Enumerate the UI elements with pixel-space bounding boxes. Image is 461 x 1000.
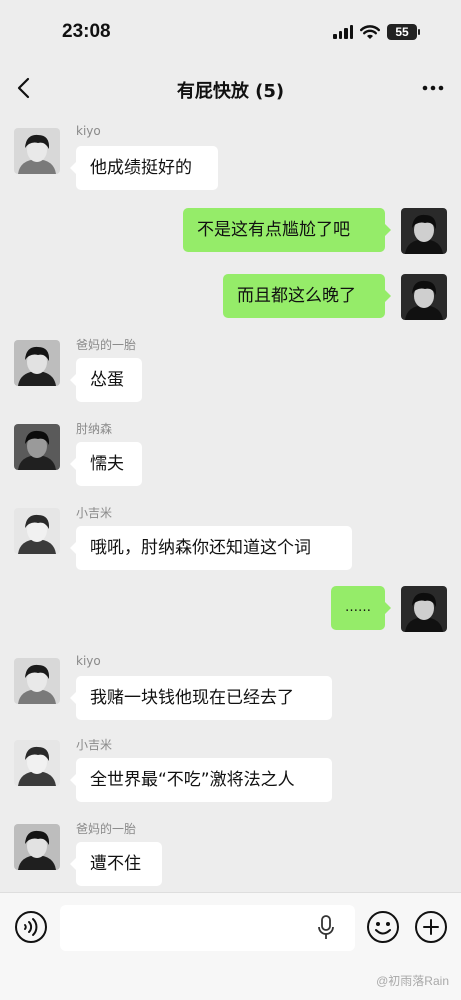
avatar-kiyo[interactable] [14, 128, 60, 174]
message-bubble[interactable]: 遭不住 [70, 842, 162, 886]
message-bubble[interactable]: 全世界最“不吃”激将法之人 [70, 758, 332, 802]
message-bubble[interactable]: 我赌一块钱他现在已经去了 [70, 676, 332, 720]
message-row: 而且都这么晚了 [0, 274, 461, 320]
avatar-self[interactable] [401, 274, 447, 320]
microphone-icon[interactable] [315, 914, 337, 942]
watermark: @初雨落Rain [376, 974, 449, 988]
message-bubble[interactable]: 怂蛋 [70, 358, 142, 402]
message-row: 爸妈的一胎 怂蛋 [0, 326, 461, 404]
nav-bar: 有屁快放 (5) [0, 62, 461, 114]
avatar-self[interactable] [401, 208, 447, 254]
message-bubble[interactable]: 不是这有点尴尬了吧 [183, 208, 391, 252]
avatar-zhounasen[interactable] [14, 424, 60, 470]
plus-icon[interactable] [414, 910, 448, 944]
sender-name: 肘纳森 [76, 422, 113, 436]
wifi-icon [360, 24, 380, 39]
status-icons: 55 [333, 24, 420, 40]
chat-history[interactable]: kiyo 他成绩挺好的 不是这有点尴尬了吧 而且都这么晚了 爸妈的一胎 怂蛋 肘纳森… [0, 114, 461, 892]
message-input[interactable] [60, 905, 355, 951]
status-bar: 23:08 55 [0, 0, 461, 62]
chat-title: 有屁快放 (5) [176, 81, 285, 102]
message-row: 小吉米哦吼，肘纳森你还知道这个词 [0, 494, 461, 572]
message-bubble[interactable]: 哦吼，肘纳森你还知道这个词 [70, 526, 352, 570]
message-row: 爸妈的一胎遭不住 [0, 810, 461, 888]
sender-name: kiyo [76, 124, 101, 138]
status-time: 23:08 [62, 21, 111, 42]
sender-name: kiyo [76, 654, 101, 668]
message-bubble[interactable]: …… [331, 586, 391, 630]
message-row: kiyo 我赌一块钱他现在已经去了 [0, 644, 461, 722]
sender-name: 爸妈的一胎 [76, 822, 137, 836]
message-bubble[interactable]: 懦夫 [70, 442, 142, 486]
message-row: 不是这有点尴尬了吧 [0, 208, 461, 254]
sender-name: 爸妈的一胎 [76, 338, 137, 352]
avatar-self[interactable] [401, 586, 447, 632]
message-row: kiyo 他成绩挺好的 [0, 114, 461, 192]
battery-indicator: 55 [387, 24, 420, 40]
avatar-bamadeyitai[interactable] [14, 340, 60, 386]
sender-name: 小吉米 [76, 506, 113, 520]
avatar-bamadeyitai[interactable] [14, 824, 60, 870]
more-icon[interactable] [421, 80, 445, 96]
avatar-kiyo[interactable] [14, 658, 60, 704]
avatar-xiaojimi[interactable] [14, 740, 60, 786]
message-row: …… [0, 586, 461, 632]
emoji-icon[interactable] [366, 910, 400, 944]
message-bubble[interactable]: 而且都这么晚了 [223, 274, 391, 318]
message-row: 肘纳森懦夫 [0, 410, 461, 488]
avatar-xiaojimi[interactable] [14, 508, 60, 554]
voice-icon[interactable] [14, 910, 48, 944]
sender-name: 小吉米 [76, 738, 113, 752]
signal-icon [333, 25, 353, 39]
message-row: 小吉米全世界最“不吃”激将法之人 [0, 726, 461, 804]
message-bubble[interactable]: 他成绩挺好的 [70, 146, 218, 190]
